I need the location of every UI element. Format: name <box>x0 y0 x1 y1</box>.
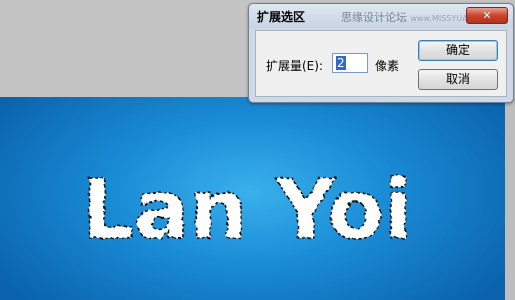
document-canvas[interactable]: Lan Yoi <box>0 97 505 300</box>
dialog-titlebar[interactable]: 扩展选区 思缘设计论坛 www.MISSYUAN.COM ✕ <box>249 4 513 28</box>
close-icon: ✕ <box>482 9 492 22</box>
expand-by-input[interactable]: 2 <box>332 53 368 73</box>
close-button[interactable]: ✕ <box>466 7 508 24</box>
expand-by-value: 2 <box>336 56 346 70</box>
dialog-body: 扩展量(E): 2 像素 确定 取消 <box>255 30 507 97</box>
canvas-artwork: Lan Yoi <box>81 162 413 259</box>
canvas-text-selected: Lan Yoi <box>82 163 412 258</box>
expand-by-label: 扩展量(E): <box>266 59 323 73</box>
cancel-button[interactable]: 取消 <box>418 69 498 90</box>
dialog-title: 扩展选区 <box>257 10 306 24</box>
unit-label: 像素 <box>375 59 400 73</box>
watermark-main: 思缘设计论坛 <box>341 11 407 24</box>
expand-selection-dialog: 扩展选区 思缘设计论坛 www.MISSYUAN.COM ✕ 扩展量(E): 2… <box>248 3 514 103</box>
ok-button[interactable]: 确定 <box>418 40 498 61</box>
scroll-gutter <box>505 97 515 300</box>
